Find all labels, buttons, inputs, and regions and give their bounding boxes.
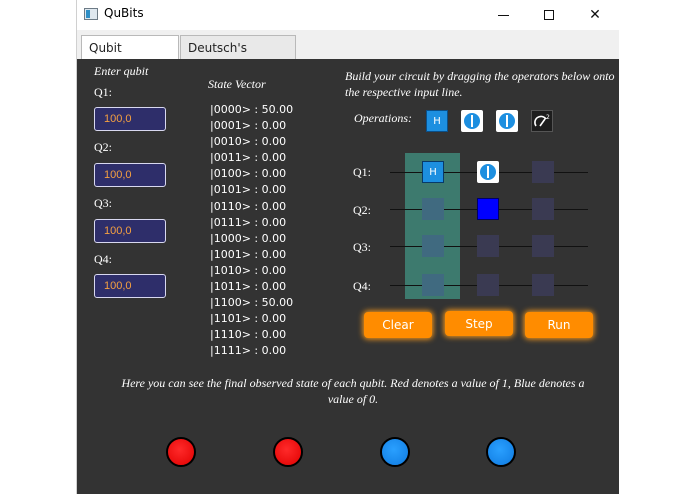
q2-input-label: Q2: bbox=[94, 140, 112, 154]
state-vector-entry: |0110> : 0.00 bbox=[210, 199, 287, 213]
app-window: QuBits ✕ Qubit Simulation Deutsch's Algo… bbox=[76, 0, 619, 494]
title-bar: QuBits ✕ bbox=[77, 0, 619, 30]
gate-slot-q2-step2[interactable] bbox=[477, 198, 499, 220]
minimize-icon bbox=[497, 14, 509, 16]
state-vector-entry: |1011> : 0.00 bbox=[210, 280, 287, 294]
close-icon: ✕ bbox=[589, 7, 601, 23]
q4-input-label: Q4: bbox=[94, 252, 112, 266]
qubit2-result-indicator bbox=[273, 437, 303, 467]
state-vector-entry: |0011> : 0.00 bbox=[210, 151, 287, 165]
gate-slot-q3-step1[interactable] bbox=[422, 235, 444, 257]
tab-qubit-simulation[interactable]: Qubit Simulation bbox=[81, 35, 179, 79]
q2-input[interactable]: 100,0 bbox=[94, 163, 166, 187]
gate-slot-q3-step3[interactable] bbox=[532, 235, 554, 257]
svg-text:2: 2 bbox=[546, 114, 550, 121]
circuit-instructions: Build your circuit by dragging the opera… bbox=[345, 69, 615, 99]
circuit-line-label-q4: Q4: bbox=[353, 279, 371, 293]
state-vector-entry: |0000> : 50.00 bbox=[210, 103, 294, 116]
state-vector-entry: |1100> : 50.00 bbox=[210, 296, 294, 310]
maximize-button[interactable] bbox=[526, 0, 572, 30]
operations-label: Operations: bbox=[354, 111, 412, 125]
measure-icon: 2 bbox=[534, 114, 550, 127]
state-vector-entry: |1001> : 0.00 bbox=[210, 247, 287, 261]
gate-slot-q1-step1[interactable]: H bbox=[422, 161, 444, 183]
q3-input-label: Q3: bbox=[94, 196, 112, 210]
qubit3-result-indicator bbox=[380, 437, 410, 467]
measure-operator[interactable]: 2 bbox=[531, 110, 553, 132]
clear-button[interactable]: Clear bbox=[364, 312, 432, 338]
gate-slot-q4-step1[interactable] bbox=[422, 274, 444, 296]
q4-input[interactable]: 100,0 bbox=[94, 274, 166, 298]
tab-deutsch-algorithm[interactable]: Deutsch's Algorithm bbox=[180, 35, 296, 79]
circuit-line-label-q3: Q3: bbox=[353, 240, 371, 254]
qubit4-result-indicator bbox=[486, 437, 516, 467]
bloch-swap-icon bbox=[499, 113, 515, 129]
minimize-button[interactable] bbox=[480, 0, 526, 30]
state-vector-entry: |1010> : 0.00 bbox=[210, 263, 287, 277]
gate-slot-q2-step3[interactable] bbox=[532, 198, 554, 220]
state-vector-entry: |1101> : 0.00 bbox=[210, 312, 287, 326]
state-vector-entry: |0101> : 0.00 bbox=[210, 183, 287, 197]
bloch-sphere-operator[interactable] bbox=[461, 110, 483, 132]
maximize-icon bbox=[544, 10, 554, 20]
bloch-sphere-icon bbox=[480, 164, 496, 180]
circuit-line-label-q2: Q2: bbox=[353, 203, 371, 217]
bloch-swap-operator[interactable] bbox=[496, 110, 518, 132]
app-icon bbox=[84, 8, 98, 20]
window-title: QuBits bbox=[104, 6, 144, 20]
step-button[interactable]: Step bbox=[445, 311, 513, 336]
observed-state-description: Here you can see the final observed stat… bbox=[121, 376, 585, 406]
hadamard-gate-operator[interactable]: H bbox=[426, 110, 448, 132]
gate-slot-q4-step2[interactable] bbox=[477, 274, 499, 296]
gate-slot-q1-step3[interactable] bbox=[532, 161, 554, 183]
q3-input[interactable]: 100,0 bbox=[94, 219, 166, 243]
state-vector-entry: |0111> : 0.00 bbox=[210, 215, 287, 229]
state-vector-entry: |1000> : 0.00 bbox=[210, 231, 287, 245]
tab-bar: Qubit Simulation Deutsch's Algorithm bbox=[77, 30, 619, 79]
gate-slot-q1-step2[interactable] bbox=[477, 161, 499, 183]
state-vector-title: State Vector bbox=[208, 77, 266, 91]
bloch-sphere-icon bbox=[464, 113, 480, 129]
state-vector-entry: |0100> : 0.00 bbox=[210, 167, 287, 181]
state-vector-entry: |1110> : 0.00 bbox=[210, 328, 287, 342]
circuit-line-label-q1: Q1: bbox=[353, 165, 371, 179]
state-vector-entry: |0001> : 0.00 bbox=[210, 119, 287, 133]
state-vector-entry: |0010> : 0.00 bbox=[210, 135, 287, 149]
close-button[interactable]: ✕ bbox=[572, 0, 618, 30]
enter-qubit-heading: Enter qubit bbox=[94, 64, 149, 78]
state-vector-entry: |1111> : 0.00 bbox=[210, 344, 287, 358]
q1-input[interactable]: 100,0 bbox=[94, 107, 166, 131]
hadamard-gate-icon: H bbox=[433, 115, 441, 127]
gate-slot-q2-step1[interactable] bbox=[422, 198, 444, 220]
state-vector-list: |0000> : 50.00 |0001> : 0.00 |0010> : 0.… bbox=[210, 102, 293, 360]
gate-slot-q4-step3[interactable] bbox=[532, 274, 554, 296]
q1-input-label: Q1: bbox=[94, 85, 112, 99]
run-button[interactable]: Run bbox=[525, 312, 593, 338]
qubit1-result-indicator bbox=[166, 437, 196, 467]
gate-slot-q3-step2[interactable] bbox=[477, 235, 499, 257]
simulation-panel: Enter qubit Q1: 100,0 Q2: 100,0 Q3: 100,… bbox=[77, 59, 619, 494]
hadamard-gate-icon: H bbox=[429, 166, 437, 178]
